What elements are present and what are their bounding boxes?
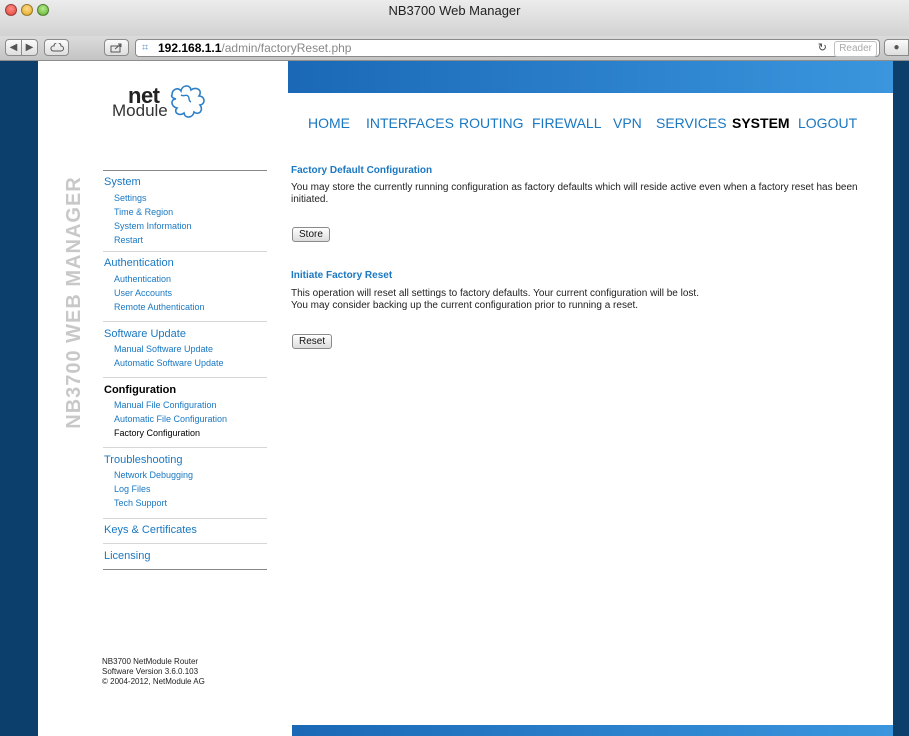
brand-vertical-text: NB3700 WEB MANAGER bbox=[63, 176, 85, 429]
sidebar-section-keys-certificates[interactable]: Keys & Certificates bbox=[104, 524, 197, 536]
back-arrow-icon: ◀ bbox=[9, 42, 18, 53]
nav-home[interactable]: HOME bbox=[308, 115, 350, 131]
cloud-icon bbox=[49, 43, 64, 52]
reset-button[interactable]: Reset bbox=[292, 334, 333, 349]
factory-default-description: You may store the currently running conf… bbox=[291, 182, 858, 205]
sidebar-divider bbox=[103, 321, 267, 322]
sidebar-item-manual-file-configuration[interactable]: Manual File Configuration bbox=[114, 400, 217, 410]
initiate-reset-line1: This operation will reset all settings t… bbox=[291, 288, 699, 299]
sidebar-item-automatic-file-configuration[interactable]: Automatic File Configuration bbox=[114, 414, 227, 424]
forward-button[interactable]: ▶ bbox=[21, 39, 38, 56]
sidebar-item-restart[interactable]: Restart bbox=[114, 235, 143, 245]
window-titlebar: NB3700 Web Manager bbox=[0, 0, 909, 37]
cloud-tabs-button[interactable] bbox=[44, 39, 69, 56]
sidebar-section-software-update[interactable]: Software Update bbox=[104, 328, 186, 340]
share-button[interactable] bbox=[104, 39, 129, 56]
nav-logout[interactable]: LOGOUT bbox=[798, 115, 857, 131]
sidebar-item-authentication[interactable]: Authentication bbox=[114, 274, 171, 284]
sidebar-divider bbox=[103, 543, 267, 544]
sidebar-item-remote-authentication[interactable]: Remote Authentication bbox=[114, 302, 205, 312]
header-band bbox=[288, 61, 893, 93]
nav-services[interactable]: SERVICES bbox=[656, 115, 727, 131]
nav-vpn[interactable]: VPN bbox=[613, 115, 642, 131]
sidebar-item-factory-configuration[interactable]: Factory Configuration bbox=[114, 428, 200, 438]
sidebar-item-network-debugging[interactable]: Network Debugging bbox=[114, 470, 193, 480]
sidebar-section-system[interactable]: System bbox=[104, 176, 141, 188]
sidebar-section-troubleshooting[interactable]: Troubleshooting bbox=[104, 454, 182, 466]
footer-version: Software Version 3.6.0.103 bbox=[102, 667, 199, 676]
sidebar-item-log-files[interactable]: Log Files bbox=[114, 484, 151, 494]
sidebar-divider bbox=[103, 377, 267, 378]
url-host: 192.168.1.1 bbox=[158, 41, 222, 55]
sidebar-divider bbox=[103, 447, 267, 448]
logo-module-text: Module bbox=[112, 101, 168, 120]
downloads-button[interactable]: ● bbox=[884, 39, 909, 56]
web-page: net Module NB3700 WEB MANAGER HOME INTER… bbox=[38, 61, 893, 736]
window-title: NB3700 Web Manager bbox=[388, 3, 521, 18]
sidebar-item-automatic-software-update[interactable]: Automatic Software Update bbox=[114, 358, 224, 368]
netmodule-logo[interactable]: net Module bbox=[98, 83, 218, 143]
nav-routing[interactable]: ROUTING bbox=[459, 115, 524, 131]
address-url: 192.168.1.1/admin/factoryReset.php bbox=[158, 40, 351, 56]
address-bar[interactable]: ⌗ 192.168.1.1/admin/factoryReset.php ↻ R… bbox=[135, 39, 880, 57]
footer-product: NB3700 NetModule Router bbox=[102, 657, 199, 666]
store-button[interactable]: Store bbox=[292, 227, 330, 242]
reader-button[interactable]: Reader bbox=[834, 41, 877, 57]
sidebar-item-system-information[interactable]: System Information bbox=[114, 221, 192, 231]
sidebar-item-manual-software-update[interactable]: Manual Software Update bbox=[114, 344, 213, 354]
sidebar-section-authentication[interactable]: Authentication bbox=[104, 257, 174, 269]
browser-toolbar: ◀ ▶ ⌗ 192.168.1.1/admin/factoryReset.php… bbox=[0, 36, 909, 61]
factory-default-heading: Factory Default Configuration bbox=[291, 165, 433, 176]
sidebar-divider bbox=[103, 518, 267, 519]
share-icon bbox=[110, 43, 122, 52]
sidebar-divider bbox=[103, 569, 267, 570]
initiate-reset-heading: Initiate Factory Reset bbox=[291, 270, 393, 281]
footer-info: NB3700 NetModule Router Software Version… bbox=[102, 657, 205, 687]
sidebar-divider bbox=[103, 251, 267, 252]
sidebar-section-licensing[interactable]: Licensing bbox=[104, 550, 150, 562]
sidebar-section-configuration[interactable]: Configuration bbox=[104, 384, 176, 396]
downloads-icon: ● bbox=[893, 42, 900, 53]
initiate-reset-line2: You may consider backing up the current … bbox=[291, 300, 639, 311]
footer-band bbox=[292, 725, 893, 736]
site-icon: ⌗ bbox=[142, 42, 149, 54]
footer-copyright: © 2004-2012, NetModule AG bbox=[102, 677, 205, 686]
sidebar-divider bbox=[103, 170, 267, 171]
sidebar-item-user-accounts[interactable]: User Accounts bbox=[114, 288, 172, 298]
nav-system[interactable]: SYSTEM bbox=[732, 115, 790, 131]
nav-firewall[interactable]: FIREWALL bbox=[532, 115, 602, 131]
url-path: /admin/factoryReset.php bbox=[221, 41, 352, 55]
back-button[interactable]: ◀ bbox=[5, 39, 22, 56]
forward-arrow-icon: ▶ bbox=[25, 42, 34, 53]
nav-interfaces[interactable]: INTERFACES bbox=[366, 115, 454, 131]
reload-icon[interactable]: ↻ bbox=[818, 40, 827, 56]
sidebar-item-settings[interactable]: Settings bbox=[114, 193, 147, 203]
sidebar-item-time-region[interactable]: Time & Region bbox=[114, 207, 173, 217]
puzzle-logo-icon bbox=[170, 85, 205, 118]
brand-vertical: NB3700 WEB MANAGER bbox=[62, 171, 86, 436]
sidebar-item-tech-support[interactable]: Tech Support bbox=[114, 498, 167, 508]
